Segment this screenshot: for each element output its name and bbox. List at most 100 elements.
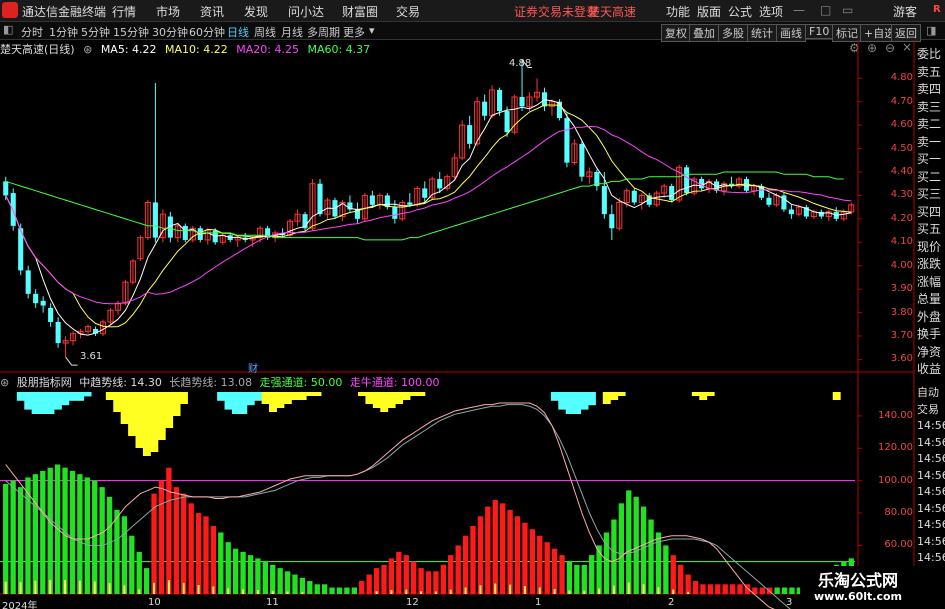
indicator-tick-label: 60.00 [884, 539, 913, 551]
cyan-strip-bar [254, 392, 263, 401]
indicator-bar [359, 581, 365, 594]
x-label-11: 11 [266, 597, 279, 608]
chart-canvas[interactable] [0, 0, 945, 609]
candle-body-down [766, 197, 772, 205]
volume-tick [78, 580, 81, 594]
volume-tick [301, 592, 304, 594]
cyan-strip-bar [68, 392, 77, 401]
indicator-bar [181, 493, 187, 594]
candle-body-down [317, 183, 323, 215]
indicator-bar [500, 503, 506, 594]
indicator-bar [425, 571, 432, 594]
quote-field-label: 买五 [917, 222, 942, 236]
indicator-bar [603, 532, 610, 594]
volume-tick [598, 588, 601, 594]
indicator-bar [277, 568, 283, 594]
candle-body-down [40, 300, 46, 306]
indicator-bar [566, 561, 573, 594]
candle-body-down [3, 181, 9, 196]
x-label-12: 12 [406, 597, 419, 608]
indicator-tick-label: 140.00 [878, 409, 913, 421]
yellow-strip-bar [832, 392, 841, 400]
volume-tick [19, 582, 22, 594]
indicator-bar [32, 474, 39, 594]
quote-panel: 委比 卖五 卖四 卖三 卖二 卖一 买一 买二 买三 买四 买五 现价 涨跌 涨幅 总量 外盘 换手 净资 收益 [917, 46, 945, 379]
quote-field-label: 涨跌 [917, 257, 942, 271]
indicator-bar [492, 500, 498, 594]
volume-tick [464, 587, 467, 594]
indicator-bar [648, 519, 654, 594]
yellow-strip-bar [313, 392, 322, 396]
indicator-bar [225, 542, 231, 594]
yellow-strip-bar [306, 392, 315, 396]
indicator-bar [270, 564, 276, 594]
indicator-bar [715, 584, 721, 594]
ma10-line [5, 104, 852, 328]
yellow-strip-bar [358, 392, 366, 396]
yellow-strip-bar [699, 392, 708, 400]
quote-field-label: 买四 [917, 204, 942, 219]
indicator-bar [396, 551, 402, 594]
cyan-strip-bar [573, 392, 582, 414]
indicator-bar [69, 470, 76, 594]
indicator-bar [410, 561, 417, 594]
indicator-bar [299, 577, 306, 594]
cyan-strip-bar [39, 392, 48, 414]
trade-field-label: 14:56 [917, 501, 945, 515]
indicator-bar [544, 542, 550, 594]
volume-tick [93, 581, 96, 594]
candle-body-down [564, 118, 570, 163]
indicator-bar [336, 587, 343, 594]
indicator-bar [240, 551, 246, 594]
indicator-bar [210, 526, 217, 594]
finance-marker[interactable]: 财 [248, 360, 258, 375]
quote-field-label: 总量 [917, 292, 942, 306]
indicator-bar [373, 568, 380, 594]
candle-body-down [788, 209, 794, 215]
yellow-strip-bar [105, 392, 114, 400]
indicator-bar [151, 493, 157, 594]
indicator-bar [307, 581, 313, 594]
indicator-bar [10, 480, 16, 594]
volume-tick [494, 583, 497, 594]
indicator-bar [448, 555, 454, 594]
candle-body-down [422, 188, 428, 198]
yellow-strip-bar [691, 392, 700, 396]
trade-field-label: 14:56 [917, 551, 945, 564]
cyan-strip-bar [558, 392, 567, 410]
trade-field-label: 交易 [917, 402, 939, 416]
indicator-bar [314, 584, 320, 594]
cyan-strip-bar [217, 392, 226, 401]
indicator-bar [462, 535, 469, 594]
price-tick-label: 3.90 [890, 283, 913, 295]
cyan-strip-bar [24, 392, 33, 410]
candle-body-down [609, 214, 615, 229]
indicator-bar [292, 574, 298, 594]
indicator-bar [781, 587, 788, 594]
yellow-strip-bar [298, 392, 307, 400]
indicator-bar [255, 558, 261, 594]
yellow-strip-bar [706, 392, 715, 396]
trade-field-label: 14:56 [917, 534, 945, 548]
cyan-strip-bar [246, 392, 255, 406]
x-label-2: 2 [668, 597, 675, 608]
indicator-bar [121, 516, 128, 594]
yellow-strip-bar [135, 392, 144, 448]
yellow-strip-bar [261, 392, 270, 404]
volume-tick [197, 585, 200, 594]
volume-tick [657, 587, 660, 594]
trade-field-label: 14:56 [917, 518, 945, 531]
yellow-strip-bar [172, 392, 181, 416]
low-price-label: 3.61 [80, 351, 103, 362]
indicator-bar [596, 545, 602, 594]
indicator-bar [559, 555, 565, 594]
yellow-strip-bar [150, 392, 159, 452]
indicator-bar [722, 584, 728, 594]
indicator-bar [678, 564, 684, 594]
volume-tick [612, 585, 615, 594]
price-tick-label: 4.50 [890, 142, 913, 154]
volume-tick [153, 582, 156, 594]
yellow-strip-bar [120, 392, 129, 424]
quote-field-label: 卖四 [917, 82, 942, 96]
indicator-bar [99, 487, 105, 594]
